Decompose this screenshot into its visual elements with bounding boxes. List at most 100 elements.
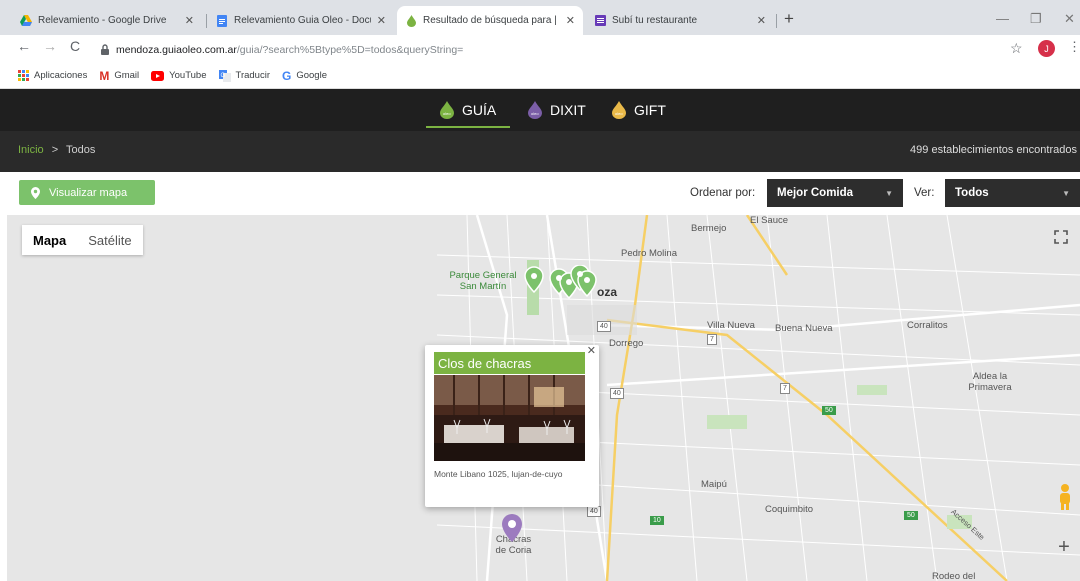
map-place-label: Corralitos [907,320,948,331]
forward-button[interactable]: → [43,38,57,54]
route-shield: 40 [597,321,611,332]
url-field[interactable]: mendoza.guiaoleo.com.ar/guia/?search%5Bt… [100,39,1000,60]
breadcrumb: Inicio > Todos [18,144,95,156]
google-forms-icon [594,15,606,27]
breadcrumb-separator: > [51,144,59,156]
map-pin-icon [31,186,40,199]
svg-text:oleo: oleo [531,111,539,116]
google-docs-icon [216,14,228,27]
bookmark-apps[interactable]: Aplicaciones [18,70,87,81]
nav-label: DIXIT [550,102,586,118]
bookmark-translate[interactable]: G Traducir [218,69,271,82]
tab-title: Resultado de búsqueda para | Gu [423,15,560,26]
close-tab-icon[interactable]: ✕ [185,14,194,27]
bookmark-youtube[interactable]: YouTube [151,70,207,81]
map-place-label: Pedro Molina [621,248,677,259]
restaurant-marker-cluster[interactable] [522,265,622,305]
map-type-map[interactable]: Mapa [22,225,77,255]
breadcrumb-home-link[interactable]: Inicio [18,144,44,156]
route-shield: 50 [822,406,836,415]
view-select[interactable]: Todos ▼ [945,179,1080,207]
dixit-drop-icon: oleo [528,101,542,119]
breadcrumb-current: Todos [66,144,96,156]
tab-separator [776,14,777,28]
close-popup-icon[interactable]: ✕ [587,344,596,357]
street-view-pegman-icon[interactable] [1056,483,1074,511]
route-shield: 7 [780,383,790,394]
nav-gift[interactable]: oleo GIFT [612,89,666,131]
browser-tab-strip: Relevamiento - Google Drive ✕ Relevamien… [0,0,1080,35]
show-map-button[interactable]: Visualizar mapa [19,180,155,205]
tab-separator [206,14,207,28]
fullscreen-icon[interactable] [1054,230,1074,250]
bookmarks-bar: Aplicaciones M Gmail YouTube G Traducir … [0,63,1080,89]
browser-tab[interactable]: Relevamiento Guia Oleo - Docum ✕ [208,6,394,35]
nav-label: GIFT [634,102,666,118]
tab-title: Relevamiento Guia Oleo - Docum [234,15,371,26]
back-button[interactable]: ← [17,38,31,54]
bookmark-gmail[interactable]: M Gmail [99,69,139,83]
map-type-satellite[interactable]: Satélite [77,225,142,255]
map-place-label: Coquimbito [765,504,814,515]
site-top-nav: oleo GUÍA oleo DIXIT oleo GIFT [0,89,1080,131]
browser-menu-icon[interactable]: ⋮ [1068,39,1080,55]
svg-text:oleo: oleo [443,111,451,116]
restaurant-info-popup[interactable]: ✕ Clos de chacras Monte Libano 1025, luj… [425,345,599,507]
browser-tab[interactable]: Subí tu restaurante ✕ [586,6,774,35]
selected-restaurant-marker[interactable] [501,513,523,543]
zoom-in-button[interactable]: + [1052,536,1076,566]
close-window-button[interactable]: ✕ [1064,11,1075,27]
view-value: Todos [955,187,989,199]
browser-tab[interactable]: Relevamiento - Google Drive ✕ [12,6,202,35]
bookmark-google[interactable]: G Google [282,69,327,83]
breadcrumb-bar: Inicio > Todos 499 establecimientos enco… [0,131,1080,172]
results-toolbar: Visualizar mapa Ordenar por: Mejor Comid… [0,172,1080,215]
map-type-control: Mapa Satélite [22,225,143,255]
minimize-button[interactable]: — [996,11,1009,26]
maximize-button[interactable]: ❐ [1030,11,1042,27]
sort-value: Mejor Comida [777,187,854,199]
gmail-icon: M [99,68,110,83]
close-tab-icon[interactable]: ✕ [757,14,766,27]
gift-drop-icon: oleo [612,101,626,119]
sort-select[interactable]: Mejor Comida ▼ [767,179,903,207]
reload-button[interactable]: C [70,38,80,54]
nav-dixit[interactable]: oleo DIXIT [528,89,586,131]
restaurant-photo [434,375,585,461]
youtube-icon [151,70,165,81]
bookmark-label: Traducir [235,70,271,81]
map-place-label: Maipú [701,479,727,490]
map-place-label: Bermejo [691,223,727,234]
show-map-label: Visualizar mapa [49,186,128,199]
restaurant-name[interactable]: Clos de chacras [434,352,585,374]
browser-tab-active[interactable]: Resultado de búsqueda para | Gu ✕ [397,6,583,35]
close-tab-icon[interactable]: ✕ [566,14,575,27]
bookmark-label: YouTube [169,70,207,81]
nav-guia[interactable]: oleo GUÍA [425,89,511,131]
map-canvas[interactable]: Mapa Satélite El Sauce Bermejo Pedro Mol… [7,215,1080,581]
results-count: 499 establecimientos encontrados [910,144,1077,156]
map-place-label: Dorrego [609,338,644,349]
google-drive-icon [20,15,32,27]
bookmark-star-icon[interactable]: ☆ [1010,40,1023,57]
restaurant-address: Monte Libano 1025, lujan-de-cuyo [434,469,563,479]
route-shield: 10 [650,516,664,525]
nav-label: GUÍA [462,102,497,118]
tab-title: Relevamiento - Google Drive [38,15,167,26]
caret-down-icon: ▼ [885,188,893,198]
new-tab-button[interactable]: + [784,9,794,29]
tab-title: Subí tu restaurante [612,15,698,26]
bookmark-label: Google [296,70,327,81]
svg-text:oleo: oleo [615,111,623,116]
url-path: /guia/?search%5Btype%5D=todos&queryStrin… [236,43,464,56]
guia-drop-icon: oleo [440,101,454,119]
url-domain: mendoza.guiaoleo.com.ar [116,43,237,56]
map-place-label: Rodeo del [932,571,976,581]
address-bar-row: ← → C mendoza.guiaoleo.com.ar/guia/?sear… [0,35,1080,63]
close-tab-icon[interactable]: ✕ [377,14,386,27]
svg-text:G: G [220,73,225,79]
guiaoleo-drop-icon [405,14,417,27]
profile-avatar[interactable]: J [1038,40,1055,57]
view-label: Ver: [914,187,935,199]
sort-label: Ordenar por: [690,187,756,199]
